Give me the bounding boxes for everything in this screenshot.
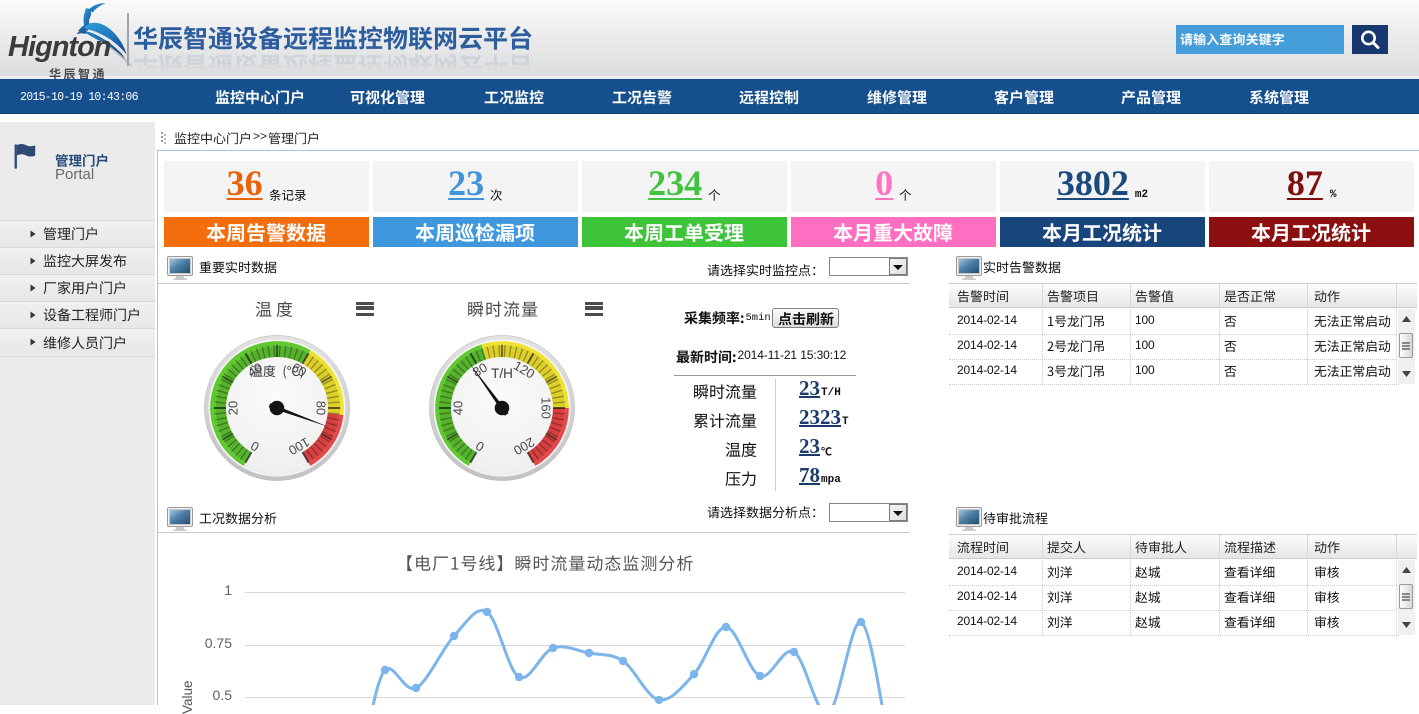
svg-text:80: 80 bbox=[314, 401, 329, 415]
svg-text:T/H: T/H bbox=[491, 366, 513, 381]
svg-text:160: 160 bbox=[539, 397, 554, 419]
svg-text:40: 40 bbox=[450, 401, 465, 415]
svg-text:20: 20 bbox=[225, 401, 240, 415]
